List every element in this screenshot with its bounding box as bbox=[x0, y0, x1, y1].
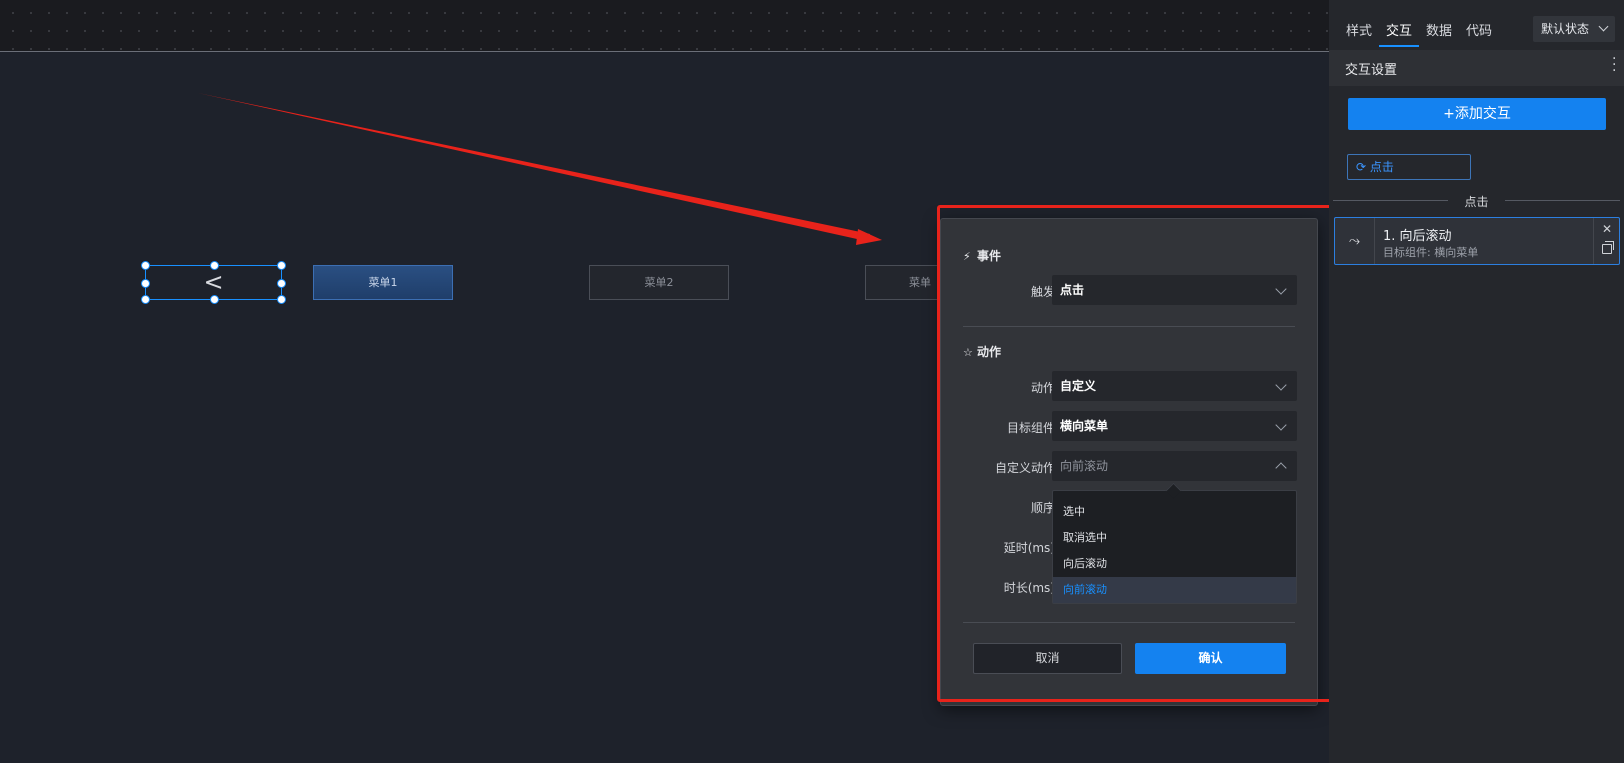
canvas-menu-item-2[interactable]: 菜单2 bbox=[589, 265, 729, 300]
copy-icon[interactable] bbox=[1602, 241, 1614, 254]
tab-interaction[interactable]: 交互 bbox=[1386, 20, 1412, 39]
interaction-item[interactable]: ⤳ 1. 向后滚动 目标组件: 横向菜单 ✕ bbox=[1334, 217, 1620, 265]
more-vertical-icon[interactable]: · · · bbox=[1612, 52, 1616, 78]
interaction-item-target: 目标组件: 横向菜单 bbox=[1383, 246, 1479, 259]
active-tab-indicator bbox=[1379, 45, 1419, 47]
interaction-settings-header: 交互设置 · · · bbox=[1329, 50, 1624, 86]
selected-prev-button[interactable]: < bbox=[141, 261, 286, 304]
group-line-right bbox=[1505, 200, 1620, 201]
interaction-item-name: 1. 向后滚动 bbox=[1383, 229, 1452, 244]
properties-panel: 样式 交互 数据 代码 默认状态 交互设置 · · · +添加交互 ⟳ 点击 点击 … bbox=[1329, 0, 1624, 763]
resize-handle-ml[interactable] bbox=[141, 279, 150, 288]
tab-code[interactable]: 代码 bbox=[1466, 20, 1492, 39]
trigger-chip[interactable]: ⟳ 点击 bbox=[1347, 154, 1471, 180]
resize-handle-tc[interactable] bbox=[210, 261, 219, 270]
close-icon[interactable]: ✕ bbox=[1602, 222, 1612, 236]
resize-handle-bc[interactable] bbox=[210, 295, 219, 304]
state-select-value: 默认状态 bbox=[1541, 22, 1590, 36]
annotation-highlight-box bbox=[937, 205, 1337, 702]
trigger-group-label: 点击 bbox=[1329, 193, 1624, 209]
editor-root: < 菜单1 菜单2 菜单 ⚡ 事件 触发 点击 ☆ 动作 动作 自定义 目标组件… bbox=[0, 0, 1624, 763]
shuffle-arrow-icon: ⤳ bbox=[1335, 218, 1375, 264]
trigger-chip-label: 点击 bbox=[1369, 160, 1394, 174]
state-select[interactable]: 默认状态 bbox=[1533, 16, 1615, 42]
resize-handle-tr[interactable] bbox=[277, 261, 286, 270]
interaction-item-actions: ✕ bbox=[1593, 218, 1619, 264]
chevron-left-glyph: < bbox=[203, 268, 224, 296]
add-interaction-button[interactable]: +添加交互 bbox=[1348, 98, 1606, 130]
panel-tabs: 样式 交互 数据 代码 默认状态 bbox=[1329, 0, 1624, 48]
resize-handle-tl[interactable] bbox=[141, 261, 150, 270]
resize-handle-bl[interactable] bbox=[141, 295, 150, 304]
group-label-text: 点击 bbox=[1464, 195, 1489, 209]
chevron-down-icon bbox=[1598, 21, 1609, 32]
top-toolbar-strip bbox=[0, 0, 1329, 52]
interaction-settings-title: 交互设置 bbox=[1345, 63, 1398, 78]
tab-data[interactable]: 数据 bbox=[1426, 20, 1452, 39]
resize-handle-br[interactable] bbox=[277, 295, 286, 304]
pointer-click-icon: ⟳ bbox=[1356, 160, 1370, 174]
canvas-menu-item-1[interactable]: 菜单1 bbox=[313, 265, 453, 300]
tab-style[interactable]: 样式 bbox=[1346, 20, 1372, 39]
resize-handle-mr[interactable] bbox=[277, 279, 286, 288]
